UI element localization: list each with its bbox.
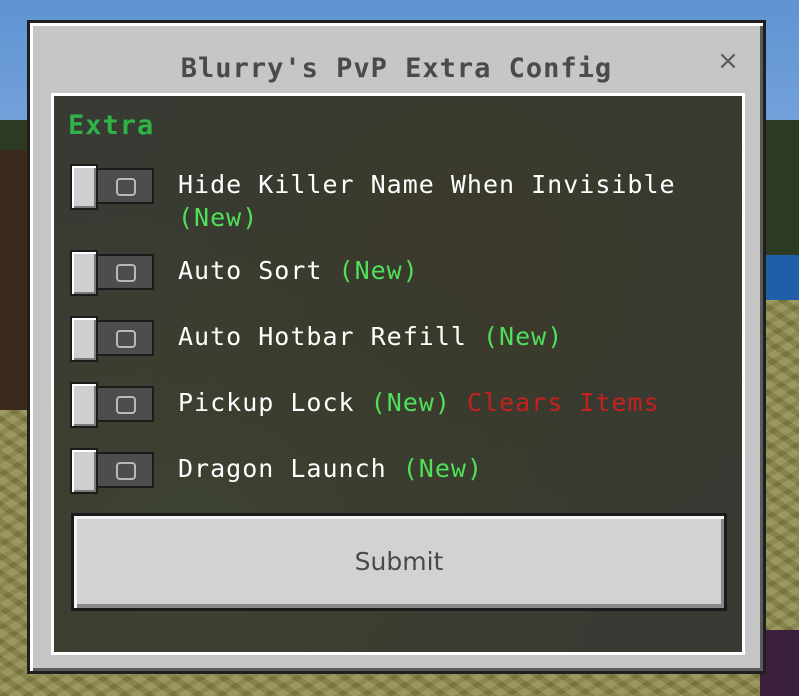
option-name: Dragon Launch <box>178 454 387 483</box>
options-panel: Extra Hide Killer Name When Invisible (N… <box>51 93 745 655</box>
option-label: Auto Hotbar Refill (New) <box>178 320 738 353</box>
toggle-dragon-launch[interactable] <box>70 448 154 494</box>
option-name: Hide Killer Name When Invisible <box>178 170 676 199</box>
new-tag: (New) <box>370 388 451 417</box>
option-label: Auto Sort (New) <box>178 254 738 287</box>
tree-trunk <box>0 150 30 410</box>
toggle-knob <box>70 448 98 494</box>
option-label: Hide Killer Name When Invisible (New) <box>178 168 738 234</box>
option-label: Dragon Launch (New) <box>178 452 738 485</box>
toggle-knob <box>70 164 98 210</box>
toggle-pickup-lock[interactable] <box>70 382 154 428</box>
new-tag: (New) <box>402 454 483 483</box>
circle-off-icon <box>116 178 136 196</box>
toggle-hide-killer-name[interactable] <box>70 164 154 210</box>
new-tag: (New) <box>338 256 419 285</box>
submit-button[interactable]: Submit <box>71 513 727 611</box>
option-name: Pickup Lock <box>178 388 355 417</box>
option-name: Auto Hotbar Refill <box>178 322 467 351</box>
config-dialog: Blurry's PvP Extra Config × Extra Hide K… <box>27 20 766 674</box>
circle-off-icon <box>116 396 136 414</box>
option-label: Pickup Lock (New) Clears Items <box>178 386 738 419</box>
toggle-auto-hotbar-refill[interactable] <box>70 316 154 362</box>
section-header-extra: Extra <box>68 110 155 141</box>
circle-off-icon <box>116 462 136 480</box>
toggle-knob <box>70 250 98 296</box>
toggle-auto-sort[interactable] <box>70 250 154 296</box>
option-name: Auto Sort <box>178 256 323 285</box>
warning-text: Clears Items <box>466 388 660 417</box>
new-tag: (New) <box>178 203 259 232</box>
circle-off-icon <box>116 264 136 282</box>
new-tag: (New) <box>483 322 564 351</box>
dialog-title: Blurry's PvP Extra Config <box>180 53 613 84</box>
close-icon[interactable]: × <box>713 46 743 76</box>
toggle-knob <box>70 316 98 362</box>
toggle-knob <box>70 382 98 428</box>
circle-off-icon <box>116 330 136 348</box>
